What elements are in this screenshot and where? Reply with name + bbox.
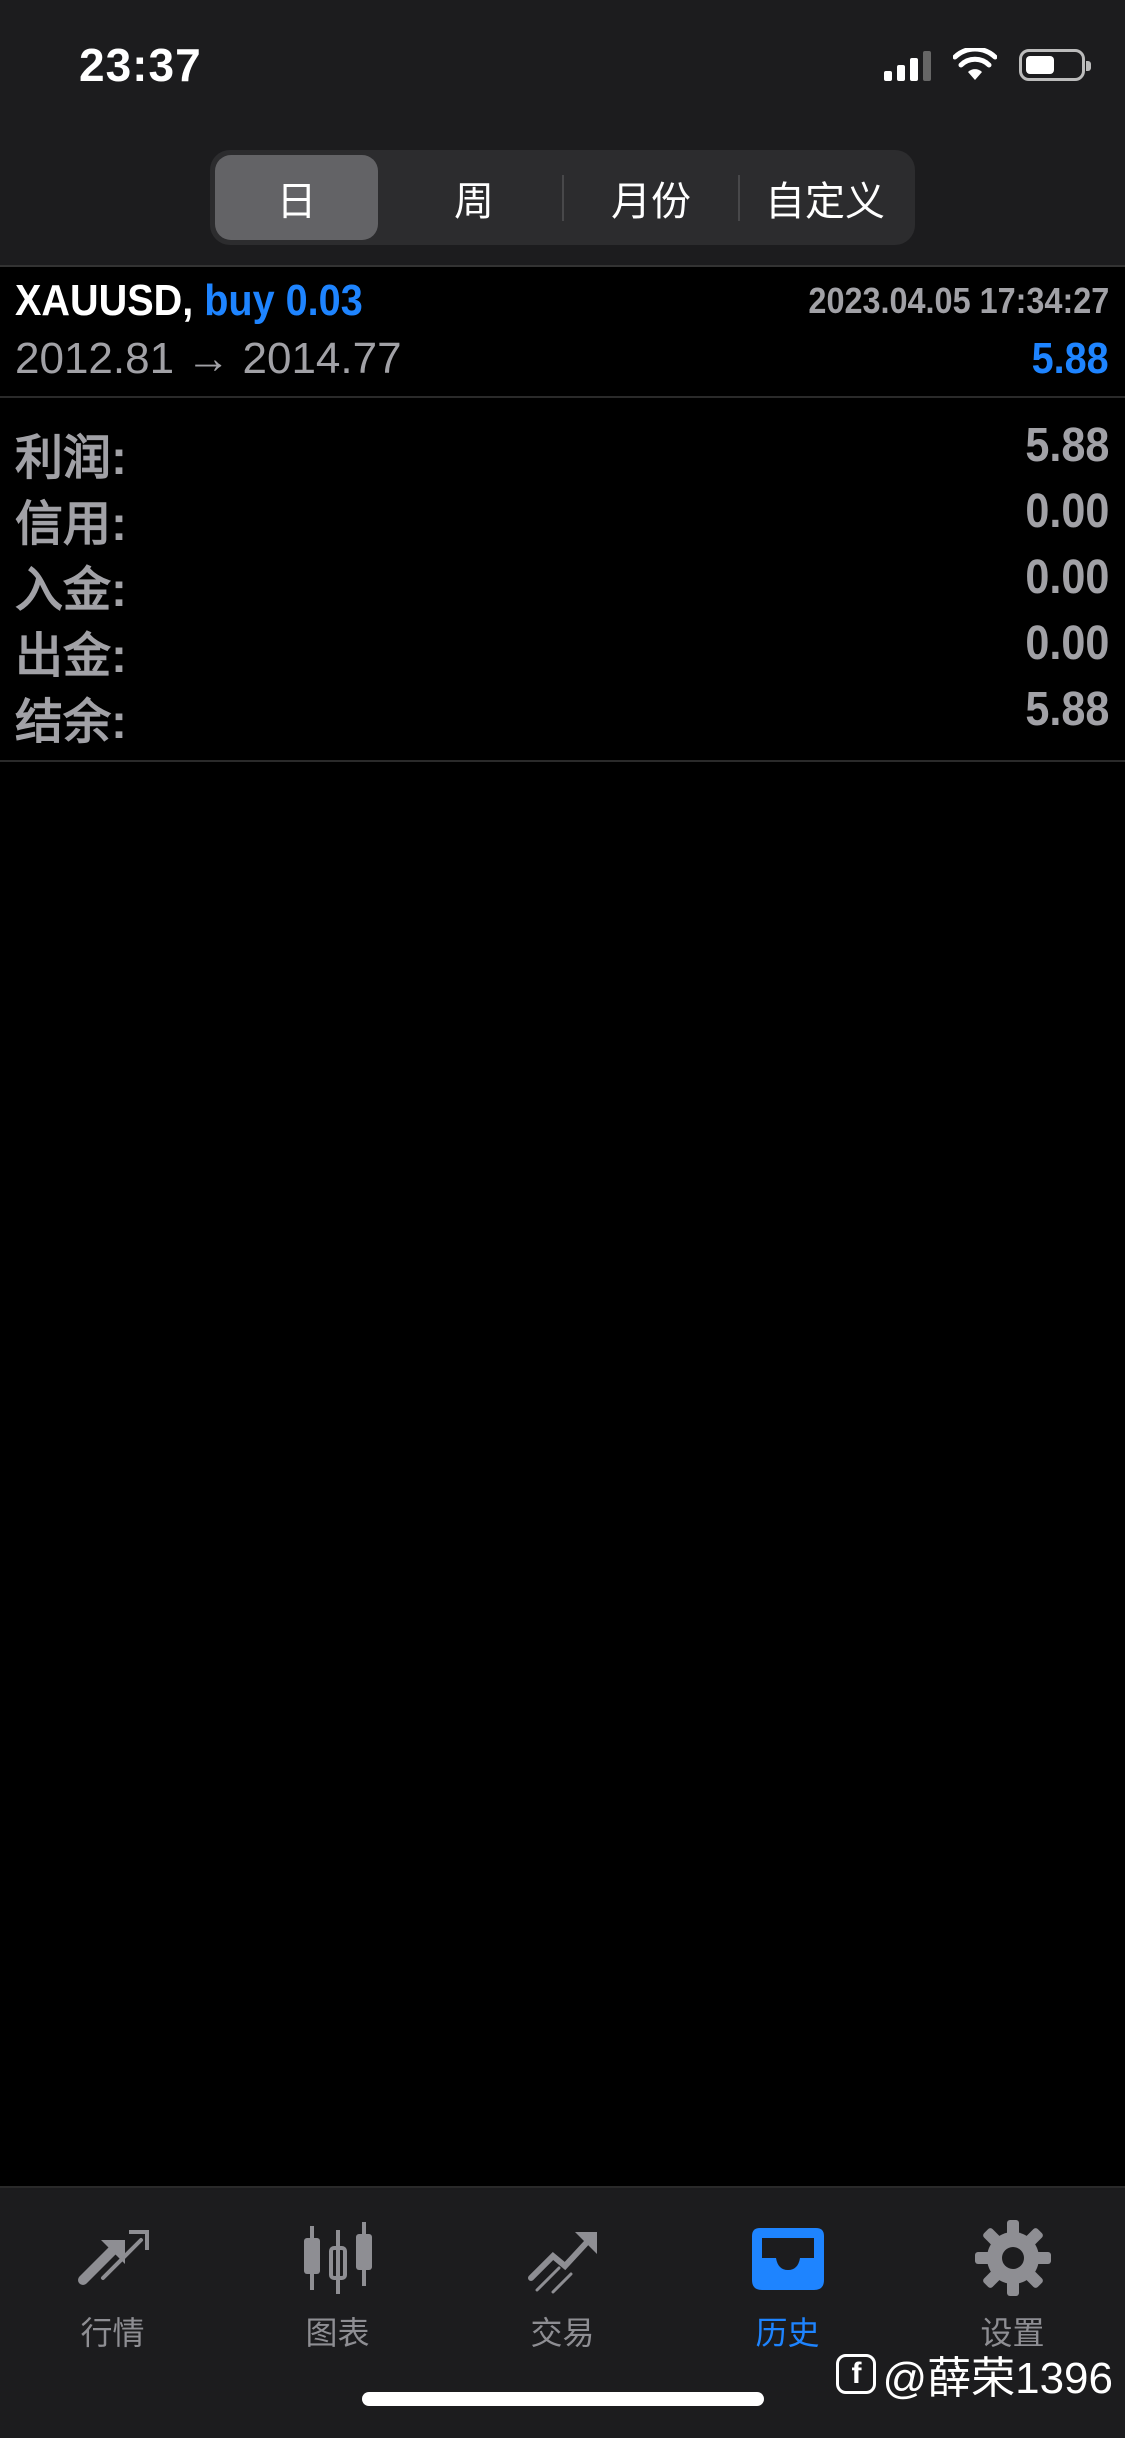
history-header: 日 周 月份 自定义	[0, 135, 1125, 267]
trade-trend-icon	[527, 2232, 597, 2294]
home-indicator[interactable]	[362, 2392, 764, 2406]
summary-row-withdrawal: 出金: 0.00	[0, 616, 1125, 683]
period-tab-week[interactable]: 周	[386, 155, 562, 240]
summary-value: 0.00	[1024, 617, 1109, 670]
trade-side-volume: buy 0.03	[204, 276, 363, 325]
summary-label: 利润:	[15, 432, 127, 485]
summary-label: 信用:	[15, 498, 127, 551]
period-segmented-control: 日 周 月份 自定义	[210, 150, 915, 245]
summary-label: 结余:	[15, 696, 127, 749]
summary-label: 入金:	[15, 564, 127, 617]
account-summary: 利润: 5.88 信用: 0.00 入金: 0.00 出金: 0.00 结余: …	[0, 410, 1125, 762]
tab-history[interactable]: 历史	[675, 2208, 900, 2351]
tab-label: 图表	[305, 2315, 370, 2351]
summary-label: 出金:	[15, 630, 127, 683]
gear-icon	[974, 2220, 1051, 2296]
period-tab-custom[interactable]: 自定义	[740, 155, 910, 240]
period-tab-day[interactable]: 日	[215, 155, 378, 240]
trade-symbol: XAUUSD,	[15, 276, 194, 325]
summary-row-profit: 利润: 5.88	[0, 418, 1125, 485]
summary-row-deposit: 入金: 0.00	[0, 550, 1125, 617]
trade-datetime: 2023.04.05 17:34:27	[808, 280, 1109, 321]
watermark-logo-icon: f	[836, 2354, 877, 2394]
status-bar: 23:37	[0, 0, 1125, 135]
tab-trade[interactable]: 交易	[450, 2208, 675, 2351]
summary-row-balance: 结余: 5.88	[0, 682, 1125, 749]
summary-value: 0.00	[1024, 551, 1109, 604]
tab-settings[interactable]: 设置	[900, 2208, 1125, 2351]
trade-row[interactable]: XAUUSD, buy 0.03 2023.04.05 17:34:27 201…	[0, 268, 1125, 398]
trade-prices: 2012.81 → 2014.77	[15, 334, 402, 383]
status-icons	[884, 48, 1091, 82]
trade-profit: 5.88	[1031, 334, 1109, 383]
period-tab-month[interactable]: 月份	[564, 155, 738, 240]
watermark: f @薛荣1396	[836, 2342, 1113, 2406]
summary-value: 5.88	[1024, 419, 1109, 472]
summary-value: 0.00	[1024, 485, 1109, 538]
wifi-icon	[953, 48, 997, 80]
summary-value: 5.88	[1024, 683, 1109, 736]
tab-charts[interactable]: 图表	[225, 2208, 450, 2351]
tab-label: 交易	[530, 2315, 595, 2351]
tab-quotes[interactable]: 行情	[0, 2208, 225, 2351]
history-inbox-icon	[751, 2228, 824, 2290]
trade-symbol-line: XAUUSD, buy 0.03	[15, 276, 363, 326]
tab-label: 行情	[80, 2315, 145, 2351]
candlestick-chart-icon	[303, 2222, 372, 2294]
quotes-arrows-icon	[77, 2230, 149, 2285]
summary-row-credit: 信用: 0.00	[0, 484, 1125, 551]
cellular-signal-icon	[884, 49, 931, 81]
battery-icon	[1019, 49, 1091, 81]
status-time: 23:37	[79, 39, 202, 91]
watermark-text: @薛荣1396	[882, 2354, 1113, 2403]
